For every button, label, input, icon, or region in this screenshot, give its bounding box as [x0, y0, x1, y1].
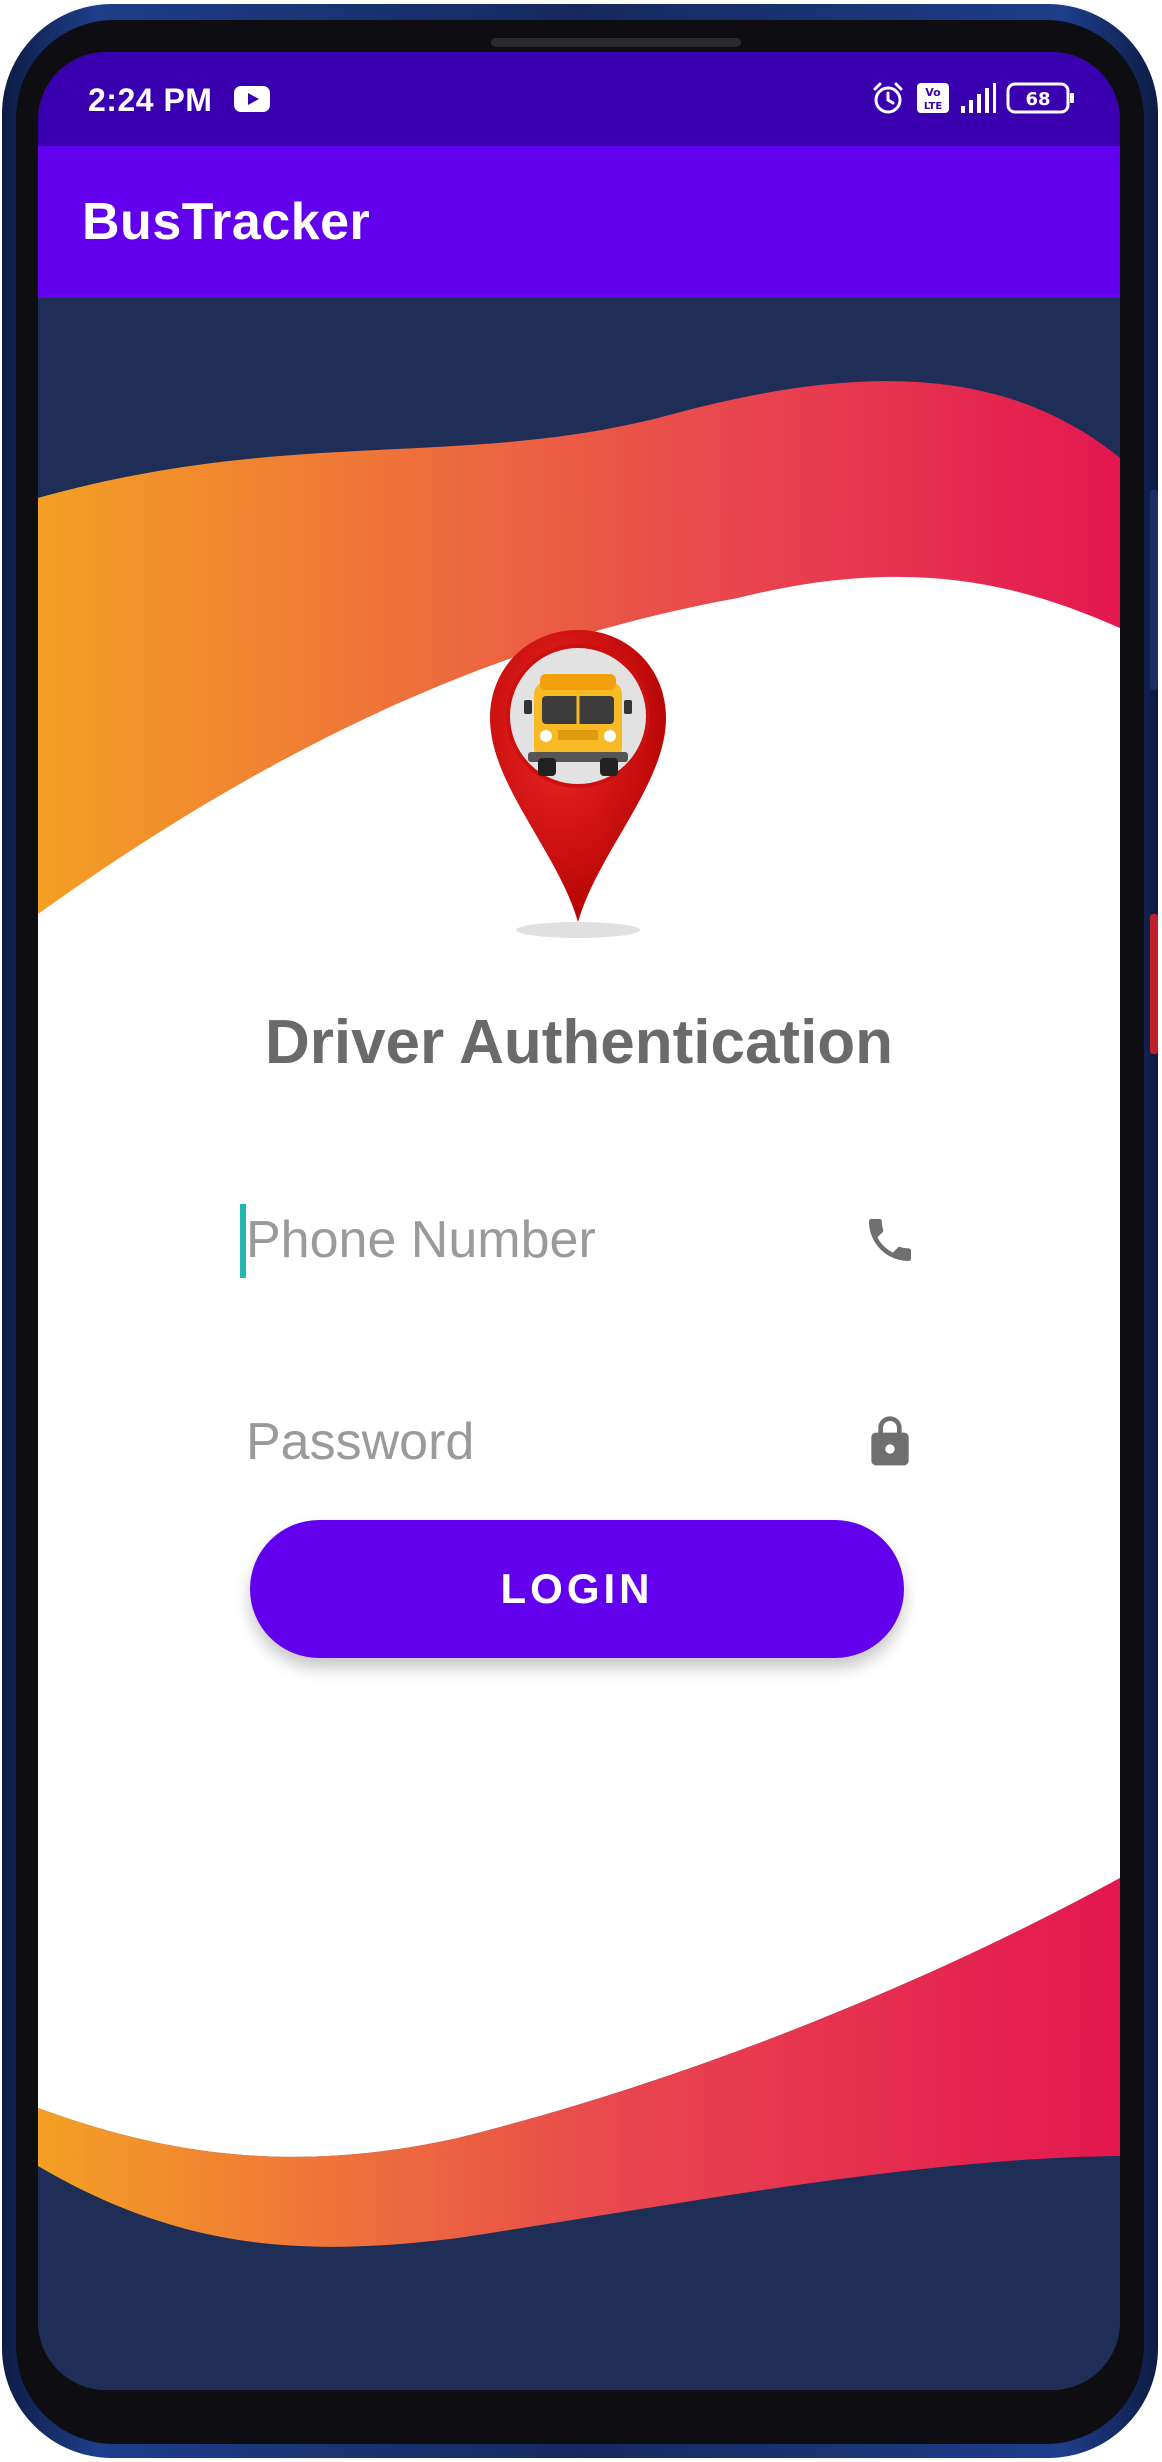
- app-screen: 2:24 PM Vo LTE 68 BusTracker Driver Auth…: [38, 52, 1120, 2390]
- volte-top-text: Vo: [925, 86, 941, 99]
- status-bar: 2:24 PM Vo LTE 68: [38, 52, 1120, 146]
- app-bar: BusTracker: [38, 146, 1120, 298]
- password-field: [238, 1392, 918, 1492]
- phone-icon: [869, 1219, 911, 1261]
- school-bus-icon: [524, 674, 632, 776]
- battery-icon: 68: [1006, 82, 1074, 114]
- battery-level-text: 68: [1025, 89, 1050, 110]
- status-icons: Vo LTE 68: [870, 78, 1076, 118]
- phone-number-input[interactable]: [238, 1190, 838, 1290]
- lock-icon: [871, 1416, 909, 1466]
- login-button[interactable]: LOGIN: [250, 1520, 904, 1658]
- volte-bottom-text: LTE: [924, 101, 943, 112]
- password-input[interactable]: [238, 1392, 838, 1492]
- status-time: 2:24 PM: [88, 82, 213, 118]
- map-pin-bus-icon: [490, 630, 666, 938]
- power-key: [1150, 914, 1158, 1054]
- signal-icon: [961, 83, 996, 113]
- phone-field: [238, 1190, 918, 1290]
- alarm-icon: [873, 82, 903, 114]
- text-cursor: [240, 1204, 246, 1278]
- youtube-icon: [234, 86, 270, 112]
- volte-icon: Vo LTE: [917, 83, 949, 113]
- volume-key: [1150, 490, 1158, 690]
- app-title: BusTracker: [82, 193, 371, 251]
- speaker-grille: [491, 38, 741, 47]
- auth-heading: Driver Authentication: [264, 1008, 894, 1077]
